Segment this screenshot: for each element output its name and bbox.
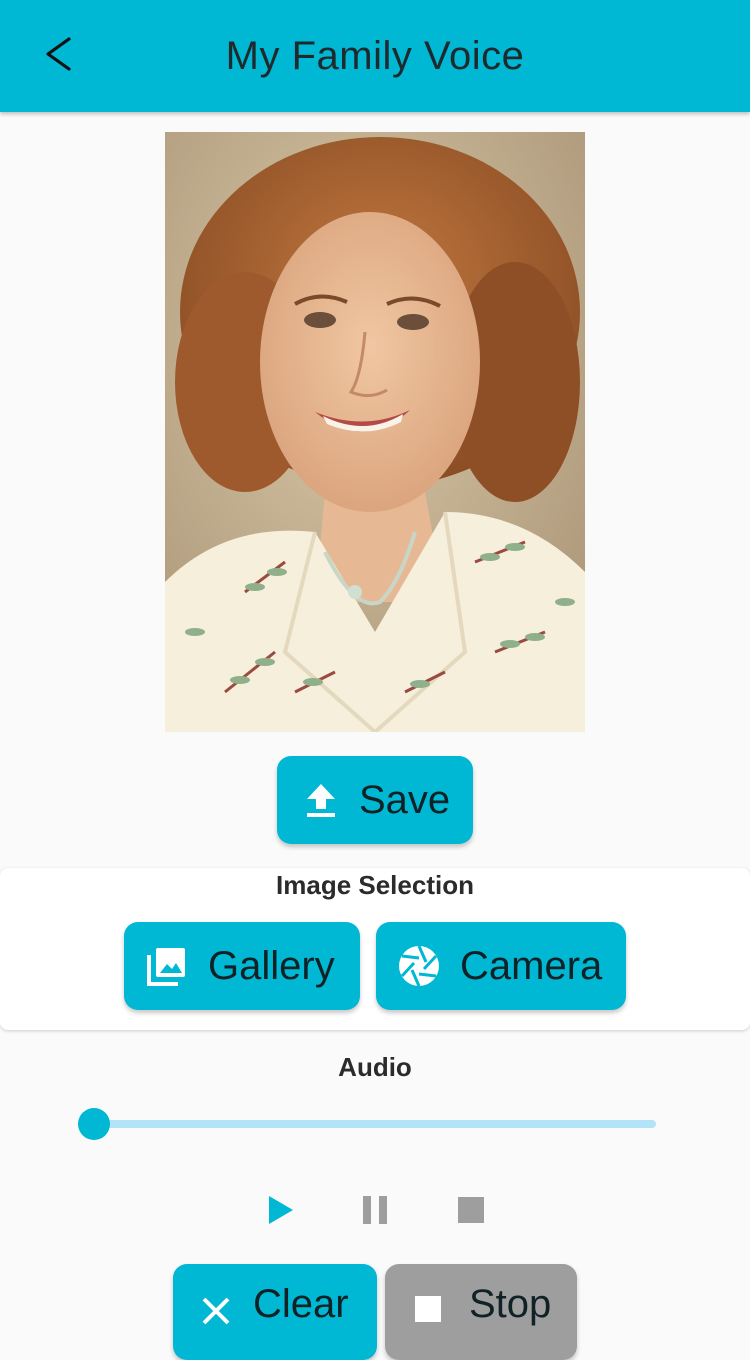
camera-shutter-icon (398, 945, 440, 987)
camera-button[interactable]: Camera (376, 922, 626, 1010)
camera-label: Camera (460, 943, 603, 988)
clear-button[interactable]: Clear (173, 1264, 377, 1360)
clear-label: Clear (253, 1282, 349, 1326)
gallery-label: Gallery (208, 943, 335, 988)
portrait-photo (165, 132, 585, 732)
app-bar: My Family Voice (0, 0, 750, 112)
pause-icon (361, 1195, 389, 1230)
stop-icon (415, 1296, 441, 1322)
stop-icon (458, 1196, 484, 1228)
page-title: My Family Voice (225, 34, 525, 78)
play-icon (267, 1195, 295, 1230)
slider-thumb[interactable] (78, 1108, 110, 1140)
image-selection-title: Image Selection (276, 870, 474, 900)
save-label: Save (359, 777, 451, 822)
audio-title: Audio (338, 1052, 412, 1082)
slider-track (94, 1120, 656, 1128)
gallery-button[interactable]: Gallery (124, 922, 360, 1010)
upload-icon (305, 782, 337, 818)
save-button[interactable]: Save (277, 756, 473, 844)
play-button[interactable] (255, 1186, 307, 1238)
stop-label: Stop (469, 1282, 552, 1326)
audio-slider[interactable] (78, 1106, 660, 1142)
gallery-icon (146, 945, 188, 987)
stop-button[interactable] (445, 1186, 497, 1238)
image-selection-card: Image Selection Gallery Camera (0, 868, 750, 1030)
close-icon (201, 1296, 231, 1326)
stop-recording-button[interactable]: Stop (385, 1264, 577, 1360)
pause-button[interactable] (349, 1186, 401, 1238)
